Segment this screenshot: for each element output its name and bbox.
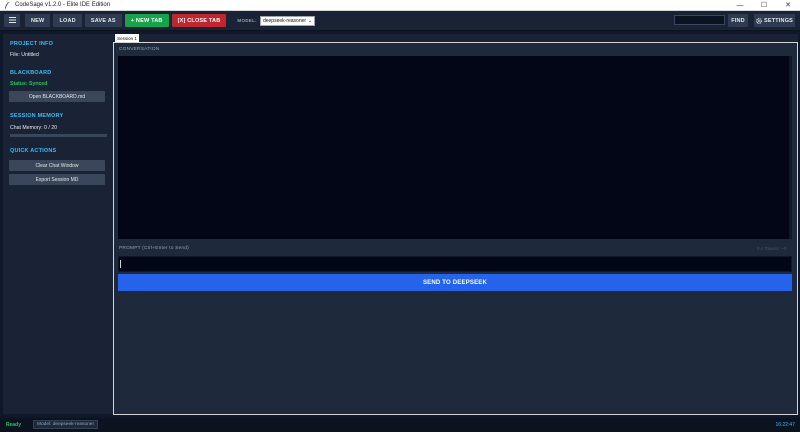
conversation-label: CONVERSATION [119, 47, 160, 52]
window-controls: — ☐ ✕ [728, 0, 800, 11]
status-clock: 16:22:47 [775, 422, 795, 428]
chevron-down-icon: ⌄ [307, 17, 312, 24]
status-model-badge: Model: deepseek-reasoner [33, 420, 99, 429]
menu-icon [8, 16, 16, 25]
text-caret [120, 260, 121, 268]
maximize-button[interactable]: ☐ [752, 0, 776, 11]
window-title: CodeSage v1.2.0 - Elite IDE Edition [15, 2, 111, 8]
session-body: CONVERSATION PROMPT (Ctrl+Enter to Send)… [113, 42, 798, 415]
minimize-button[interactable]: — [728, 0, 752, 11]
close-tab-button[interactable]: [X] CLOSE TAB [171, 14, 227, 27]
main-toolbar: NEW LOAD SAVE AS + NEW TAB [X] CLOSE TAB… [0, 11, 800, 31]
model-label: MODEL: [237, 18, 257, 23]
file-name-text: File: Untitled [10, 52, 39, 58]
new-tab-button[interactable]: + NEW TAB [124, 14, 169, 27]
find-button[interactable]: FIND [728, 14, 748, 27]
export-session-button[interactable]: Export Session MD [9, 174, 105, 185]
app-feather-icon [3, 1, 11, 9]
main-panel: Session 1 CONVERSATION PROMPT (Ctrl+Ente… [113, 34, 798, 415]
memory-progress-bar [10, 134, 107, 137]
menu-button[interactable] [4, 14, 20, 27]
prompt-input[interactable] [118, 256, 792, 272]
project-info-heading: PROJECT INFO [10, 41, 54, 47]
statusbar: Ready Model: deepseek-reasoner 16:22:47 [0, 418, 800, 432]
save-as-button[interactable]: SAVE AS [84, 14, 122, 27]
model-select[interactable]: deepseek-reasoner ⌄ [259, 15, 315, 26]
close-window-button[interactable]: ✕ [776, 0, 800, 11]
blackboard-status: Status: Synced [10, 81, 48, 87]
conversation-scrollbar[interactable] [789, 56, 792, 239]
quick-actions-heading: QUICK ACTIONS [10, 148, 57, 154]
open-blackboard-button[interactable]: Open BLACKBOARD.md [9, 91, 105, 102]
new-button[interactable]: NEW [25, 14, 51, 27]
blackboard-heading: BLACKBOARD [10, 70, 52, 76]
gear-icon [756, 17, 762, 24]
sidebar: PROJECT INFO File: Untitled BLACKBOARD S… [3, 34, 113, 414]
token-counter: 0 A Tokens: ~0 [757, 246, 787, 251]
chat-memory-text: Chat Memory: 0 / 20 [10, 125, 57, 131]
prompt-label: PROMPT (Ctrl+Enter to Send) [119, 246, 189, 251]
load-button[interactable]: LOAD [53, 14, 82, 27]
settings-button[interactable]: SETTINGS [754, 14, 795, 27]
find-input[interactable] [674, 15, 725, 25]
session-tabbar: Session 1 [113, 34, 798, 42]
session-memory-heading: SESSION MEMORY [10, 113, 64, 119]
model-select-value: deepseek-reasoner [262, 17, 307, 24]
tab-session-1[interactable]: Session 1 [115, 34, 139, 42]
window-titlebar: CodeSage v1.2.0 - Elite IDE Edition — ☐ … [0, 0, 800, 11]
conversation-view[interactable] [118, 56, 792, 239]
settings-label: SETTINGS [763, 17, 794, 24]
clear-chat-button[interactable]: Clear Chat Window [9, 160, 105, 171]
send-button[interactable]: SEND TO DEEPSEEK [118, 274, 792, 291]
status-text: Ready [6, 422, 22, 428]
